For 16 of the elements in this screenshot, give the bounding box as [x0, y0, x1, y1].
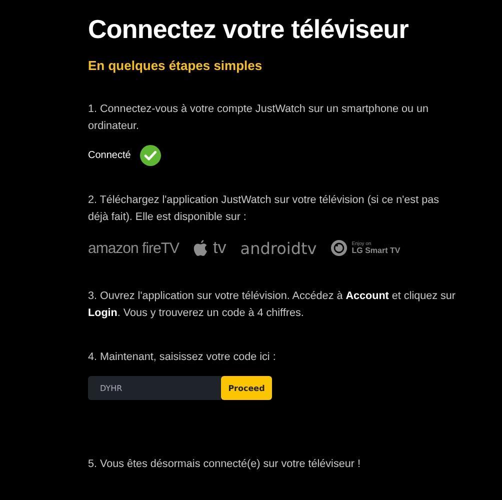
code-field[interactable]: DYHR — [88, 376, 221, 400]
platform-logo: amazon fireTV — [88, 240, 180, 256]
step-text: 2. Téléchargez l'application JustWatch sur votre télévision (si ce n'est pas déjà fait). Elle est disponible sur : — [88, 193, 440, 225]
step-text: 3. Ouvrez l'application sur votre télévision. Accédez à Account et cliquez sur Login. Vous y trouverez un code à 4 chiffres. — [88, 289, 457, 321]
step-text: 5. Vous êtes désormais connecté(e) sur votre téléviseur ! — [88, 457, 362, 472]
step-text: 4. Maintenant, saisissez votre code ici : — [88, 350, 277, 365]
step-text: 1. Connectez-vous à votre compte JustWatch sur un smartphone ou un ordinateur. — [88, 102, 430, 134]
apple-icon — [193, 240, 208, 256]
platform-logo: LG Smart TV — [352, 246, 400, 254]
platform-logo: androidtv — [240, 238, 317, 258]
status-label: Connecté — [88, 150, 131, 161]
proceed-button[interactable]: Proceed — [221, 376, 272, 400]
page-title: Connectez votre téléviseur — [88, 13, 410, 46]
lg-icon — [330, 240, 347, 256]
page-subtitle: En quelques étapes simples — [88, 58, 264, 73]
platform-logo: tv — [213, 238, 226, 258]
